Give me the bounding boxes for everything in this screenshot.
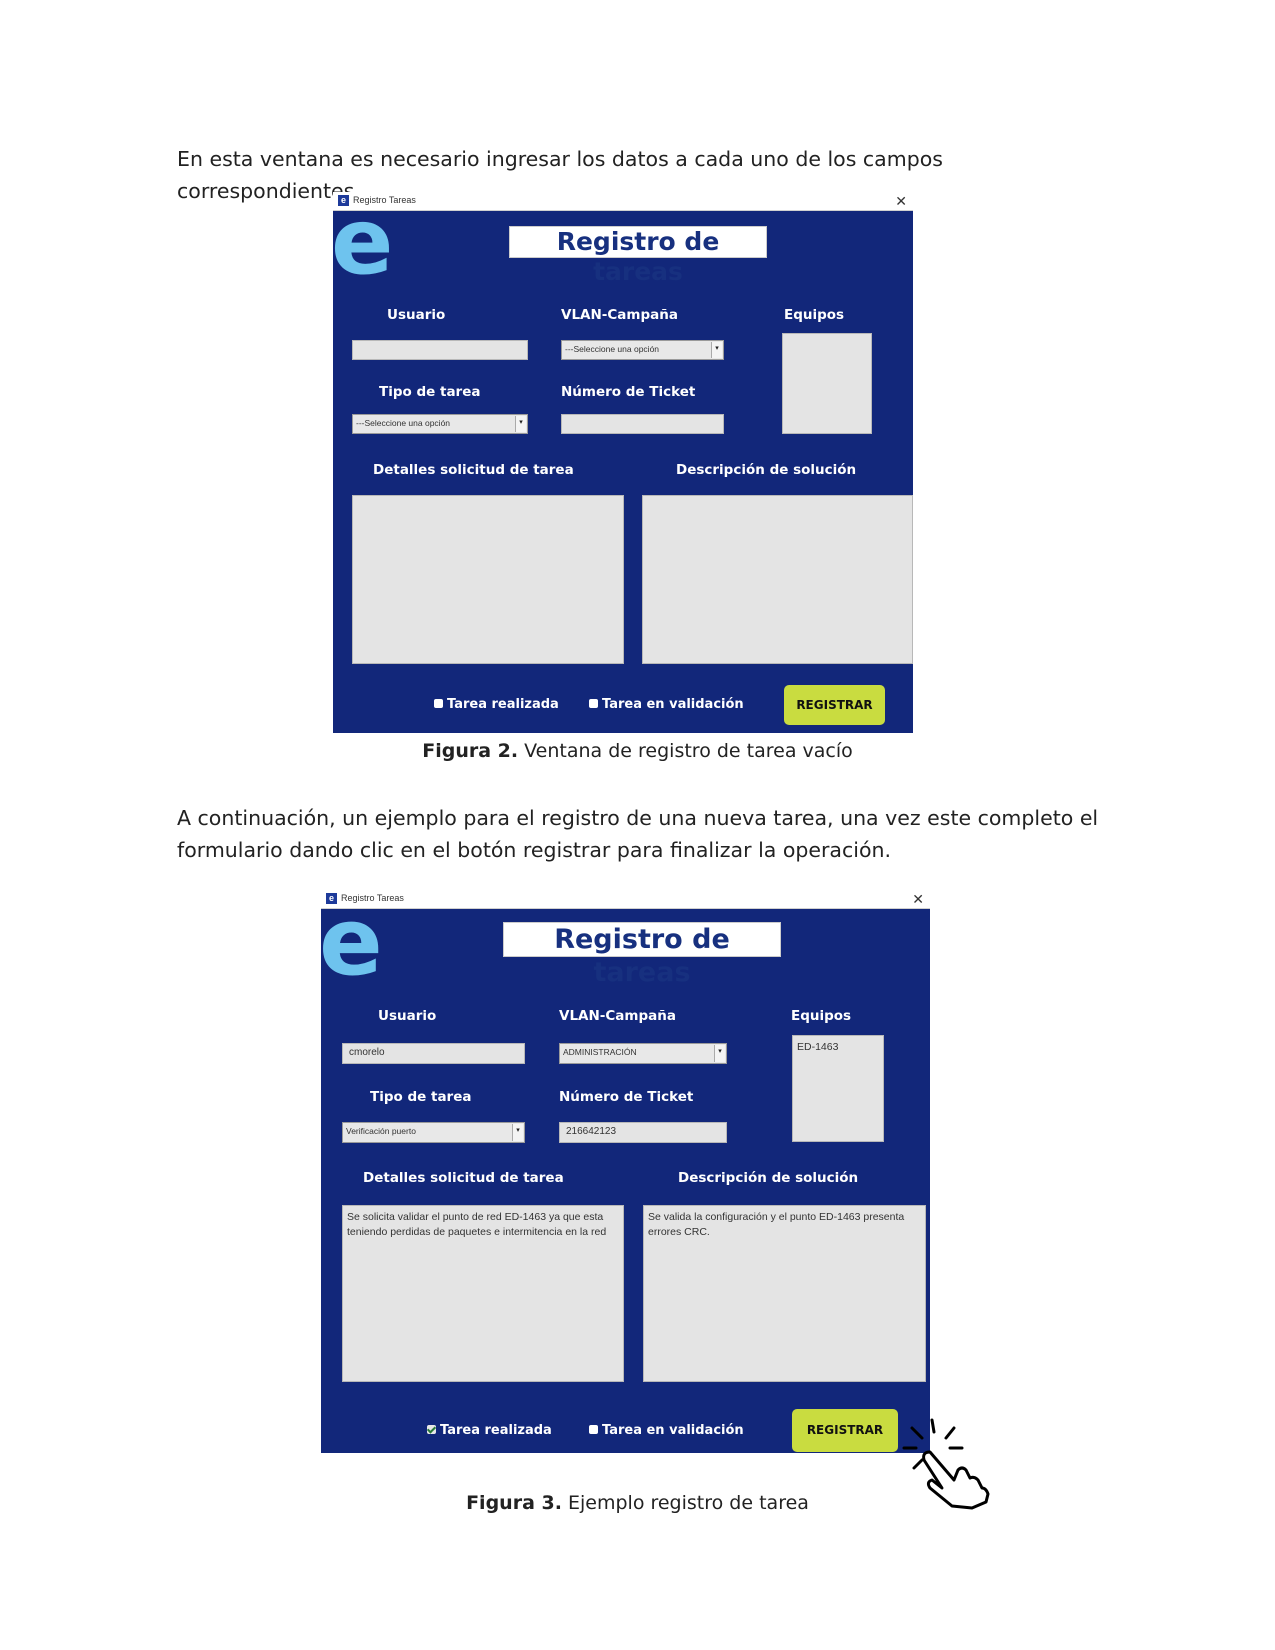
- equipos-list[interactable]: ED-1463: [792, 1035, 884, 1142]
- figure2-caption-text: Ventana de registro de tarea vacío: [518, 740, 853, 762]
- tipo-select-value: Verificación puerto: [346, 1126, 416, 1136]
- usuario-label: Usuario: [387, 307, 446, 323]
- logo-icon: e: [331, 188, 394, 295]
- ticket-label: Número de Ticket: [561, 384, 696, 400]
- tarea-realizada-label: Tarea realizada: [447, 697, 559, 712]
- detalles-textarea[interactable]: Se solicita validar el punto de red ED-1…: [342, 1205, 624, 1382]
- tarea-validacion-checkbox[interactable]: Tarea en validación: [589, 1423, 744, 1438]
- usuario-input[interactable]: [352, 340, 528, 360]
- select-arrow-icon: ▾: [711, 342, 722, 358]
- registrar-button[interactable]: REGISTRAR: [784, 685, 885, 725]
- descripcion-label: Descripción de solución: [678, 1170, 859, 1186]
- logo-icon: e: [319, 888, 383, 997]
- form-heading: Registro de tareas: [503, 922, 781, 988]
- vlan-select[interactable]: ADMINISTRACIÓN ▾: [559, 1043, 727, 1064]
- descripcion-textarea[interactable]: [642, 495, 913, 664]
- detalles-label: Detalles solicitud de tarea: [363, 1170, 564, 1186]
- ticket-input[interactable]: 216642123: [559, 1122, 727, 1143]
- detalles-textarea[interactable]: [352, 495, 624, 664]
- vlan-select-value: ADMINISTRACIÓN: [563, 1047, 637, 1057]
- mid-paragraph: A continuación, un ejemplo para el regis…: [177, 806, 1099, 862]
- ticket-label: Número de Ticket: [559, 1089, 694, 1105]
- tarea-realizada-checkbox[interactable]: Tarea realizada: [427, 1423, 552, 1438]
- figure3-window: e Registro Tareas ✕ e Registro de tareas…: [319, 888, 930, 1453]
- registrar-button[interactable]: REGISTRAR: [792, 1409, 898, 1452]
- tarea-validacion-checkbox[interactable]: Tarea en validación: [589, 697, 744, 712]
- vlan-select-value: ---Seleccione una opción: [565, 344, 660, 354]
- figure3-caption-label: Figura 3.: [466, 1492, 562, 1514]
- tarea-validacion-label: Tarea en validación: [602, 1423, 744, 1438]
- vlan-label: VLAN-Campaña: [559, 1008, 676, 1024]
- figure3-caption-text: Ejemplo registro de tarea: [561, 1492, 809, 1514]
- title-bar: e Registro Tareas ✕: [333, 192, 913, 211]
- checkbox-icon: [434, 699, 443, 708]
- checkbox-icon: [589, 699, 598, 708]
- descripcion-textarea[interactable]: Se valida la configuración y el punto ED…: [643, 1205, 926, 1382]
- equipos-list[interactable]: [782, 333, 872, 434]
- vlan-select[interactable]: ---Seleccione una opción ▾: [561, 340, 724, 360]
- figure3-caption: Figura 3. Ejemplo registro de tarea: [0, 1492, 1275, 1514]
- figure2-window: e Registro Tareas ✕ e Registro de tareas…: [331, 188, 913, 733]
- checkbox-icon: [589, 1425, 598, 1434]
- tarea-realizada-checkbox[interactable]: Tarea realizada: [434, 697, 559, 712]
- tipo-select[interactable]: ---Seleccione una opción ▾: [352, 414, 528, 434]
- tarea-realizada-label: Tarea realizada: [440, 1423, 552, 1438]
- select-arrow-icon: ▾: [714, 1045, 725, 1062]
- select-arrow-icon: ▾: [515, 416, 526, 432]
- descripcion-label: Descripción de solución: [676, 462, 857, 478]
- detalles-label: Detalles solicitud de tarea: [373, 462, 574, 478]
- equipos-label: Equipos: [784, 307, 845, 323]
- usuario-input[interactable]: cmorelo: [342, 1043, 525, 1064]
- figure2-caption: Figura 2. Ventana de registro de tarea v…: [0, 740, 1275, 762]
- form-heading: Registro de tareas: [509, 226, 767, 286]
- close-icon[interactable]: ✕: [895, 192, 907, 210]
- figure2-caption-label: Figura 2.: [422, 740, 519, 762]
- tipo-select-value: ---Seleccione una opción: [356, 418, 451, 428]
- vlan-label: VLAN-Campaña: [561, 307, 678, 323]
- title-bar: e Registro Tareas ✕: [321, 890, 930, 909]
- usuario-label: Usuario: [378, 1008, 437, 1024]
- equipos-label: Equipos: [791, 1008, 852, 1024]
- tipo-label: Tipo de tarea: [379, 384, 481, 400]
- tarea-validacion-label: Tarea en validación: [602, 697, 744, 712]
- select-arrow-icon: ▾: [512, 1124, 523, 1141]
- ticket-input[interactable]: [561, 414, 724, 434]
- tipo-select[interactable]: Verificación puerto ▾: [342, 1122, 525, 1143]
- close-icon[interactable]: ✕: [912, 890, 924, 908]
- tipo-label: Tipo de tarea: [370, 1089, 472, 1105]
- checkbox-icon: [427, 1425, 436, 1434]
